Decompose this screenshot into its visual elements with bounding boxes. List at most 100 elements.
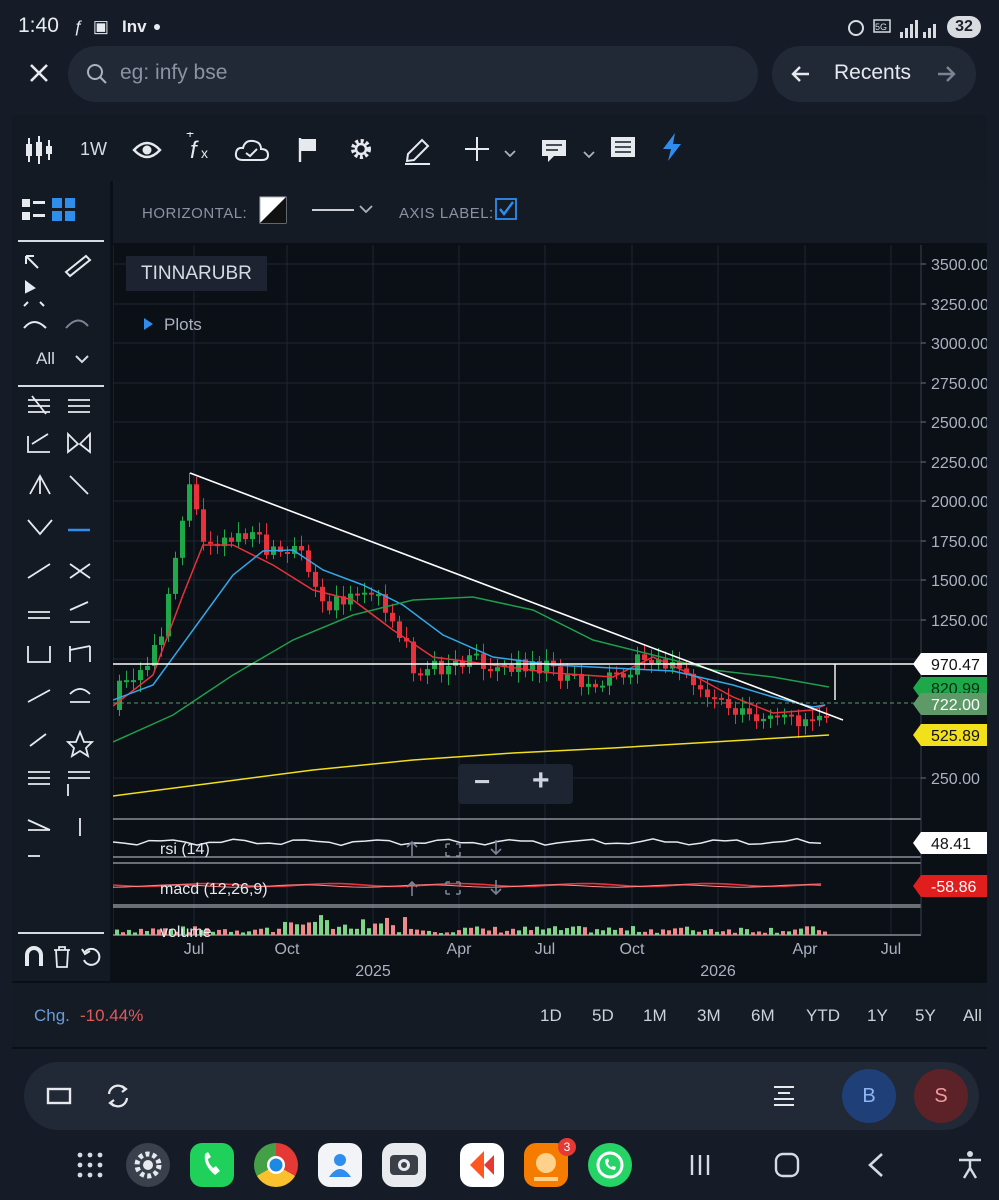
camera-app-icon[interactable] (382, 1143, 426, 1187)
range-1d[interactable]: 1D (540, 1006, 562, 1026)
arrow-right-icon[interactable] (934, 62, 958, 86)
volume-bar (325, 920, 329, 935)
caret-right-icon[interactable] (142, 317, 154, 331)
zoom-out-button[interactable]: − (474, 766, 490, 798)
volume-bar (787, 931, 791, 935)
lightning-icon[interactable] (660, 132, 684, 162)
candle-body (803, 719, 808, 727)
pane-controls-icons[interactable] (404, 838, 510, 898)
volume-bar (367, 928, 371, 935)
volume-bar (817, 930, 821, 935)
cloud-icon[interactable] (234, 136, 270, 164)
chevron-down-icon[interactable] (74, 352, 90, 366)
range-1m[interactable]: 1M (643, 1006, 667, 1026)
volume-bar (715, 931, 719, 935)
volume-bar (763, 932, 767, 935)
candle-body (194, 484, 199, 510)
candle-body (250, 532, 255, 540)
drawing-tools-icons[interactable] (26, 394, 96, 874)
close-icon[interactable] (26, 60, 52, 86)
range-3m[interactable]: 3M (697, 1006, 721, 1026)
volume-bar (247, 931, 251, 935)
timeframe-selector[interactable]: 1W (80, 139, 107, 160)
app-drawer-icon[interactable] (76, 1151, 104, 1179)
reset-icon[interactable] (80, 946, 102, 968)
volume-bar (121, 932, 125, 935)
volume-bar (691, 930, 695, 935)
menu-lines-icon[interactable] (772, 1085, 796, 1107)
volume-bar (493, 926, 497, 935)
volume-bar (631, 926, 635, 935)
flag-icon[interactable] (296, 136, 320, 164)
line-style-dropdown[interactable] (310, 200, 374, 220)
settings-app-icon[interactable] (126, 1143, 170, 1187)
candle-body (607, 672, 612, 686)
pencil-icon[interactable] (402, 136, 432, 166)
function-icon[interactable]: + f x (184, 132, 216, 164)
refresh-icon[interactable] (104, 1082, 132, 1110)
magnet-icon[interactable] (24, 946, 44, 968)
layout-list-icon[interactable] (22, 198, 46, 222)
trash-icon[interactable] (53, 946, 71, 968)
price-tag-label: 722.00 (931, 697, 980, 714)
volume-bar (343, 924, 347, 935)
month-tick-label: Oct (620, 941, 645, 958)
layout-grid-icon[interactable] (52, 198, 76, 222)
search-placeholder[interactable]: eg: infy bse (120, 61, 227, 85)
candle-body (117, 680, 122, 710)
home-icon[interactable] (774, 1152, 800, 1178)
volume-bar (721, 931, 725, 935)
back-icon[interactable] (866, 1152, 886, 1178)
range-all[interactable]: All (963, 1006, 982, 1026)
volume-bar (487, 930, 491, 935)
candle-body (824, 715, 829, 718)
candle-body (565, 674, 570, 681)
kite-app-icon[interactable] (460, 1143, 504, 1187)
zoom-in-button[interactable]: + (532, 764, 550, 798)
notification-icons: ƒ ▣ (74, 17, 109, 36)
accessibility-icon[interactable] (957, 1150, 983, 1180)
arrow-left-icon[interactable] (789, 62, 813, 86)
phone-app-icon[interactable] (190, 1143, 234, 1187)
price-tick-label: 2250.00 (931, 455, 987, 472)
color-swatch-icon[interactable] (259, 196, 287, 224)
volume-bar (799, 928, 803, 935)
axis-label-checkbox[interactable] (495, 198, 517, 220)
range-5d[interactable]: 5D (592, 1006, 614, 1026)
range-1y[interactable]: 1Y (867, 1006, 888, 1026)
buy-button[interactable]: B (842, 1069, 896, 1123)
candlestick-icon[interactable] (24, 134, 54, 166)
chrome-app-icon[interactable] (254, 1143, 298, 1187)
recent-apps-icon[interactable] (688, 1153, 712, 1177)
candle-body (705, 689, 710, 698)
volume-bar (571, 926, 575, 935)
price-chart[interactable]: 3500.00 3250.00 3000.00 2750.00 2500.00 2250.… (113, 245, 987, 983)
sell-button[interactable]: S (914, 1069, 968, 1123)
volume-bar (319, 915, 323, 935)
range-6m[interactable]: 6M (751, 1006, 775, 1026)
tools-filter-dropdown[interactable]: All (36, 349, 55, 369)
candle-body (236, 533, 241, 542)
whatsapp-app-icon[interactable] (588, 1143, 632, 1187)
cursor-tools-icons[interactable] (22, 252, 92, 336)
price-axis: 3500.00 3250.00 3000.00 2750.00 2500.00 2250.… (913, 245, 987, 935)
gear-icon[interactable] (348, 136, 374, 162)
comment-icon[interactable] (540, 137, 596, 165)
macd-label: macd (12,26,9) (160, 881, 268, 898)
volume-bar (295, 924, 299, 935)
month-tick-label: Apr (793, 941, 819, 958)
list-icon[interactable] (610, 136, 636, 160)
candle-body (754, 714, 759, 722)
volume-bar (619, 927, 623, 935)
volume-bar (427, 930, 431, 935)
fullscreen-icon[interactable] (46, 1086, 72, 1106)
eye-icon[interactable] (132, 138, 162, 162)
volume-bar (241, 932, 245, 935)
contacts-app-icon[interactable] (318, 1143, 362, 1187)
range-5y[interactable]: 5Y (915, 1006, 936, 1026)
volume-bar (739, 927, 743, 935)
range-ytd[interactable]: YTD (806, 1006, 840, 1026)
crosshair-icon[interactable] (463, 135, 517, 165)
volume-bar (673, 928, 677, 935)
plots-toggle[interactable]: Plots (164, 315, 202, 335)
